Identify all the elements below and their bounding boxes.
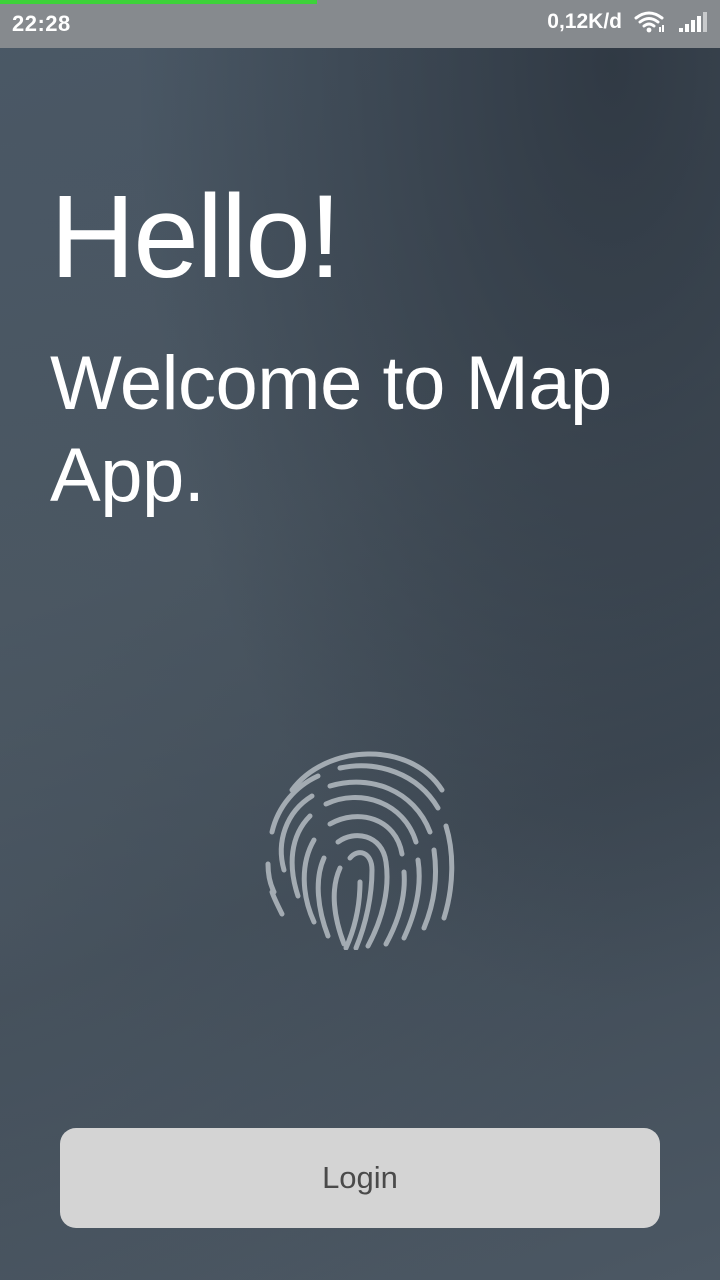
signal-bars-icon [678, 10, 708, 34]
welcome-text: Welcome to Map App. [50, 341, 612, 518]
fingerprint-icon[interactable] [258, 746, 462, 951]
network-speed: 0,12K/d [547, 10, 622, 33]
greeting-heading: Hello! [50, 171, 342, 303]
loading-progress-bar [0, 0, 317, 4]
status-bar: 22:28 0,12K/d [0, 0, 720, 48]
login-button[interactable]: Login [60, 1128, 660, 1228]
status-time: 22:28 [12, 11, 71, 36]
login-screen: 22:28 0,12K/d Hello! Welcome to Map App.… [0, 0, 720, 1280]
status-indicators: 0,12K/d [547, 10, 708, 34]
wifi-icon [634, 10, 666, 34]
